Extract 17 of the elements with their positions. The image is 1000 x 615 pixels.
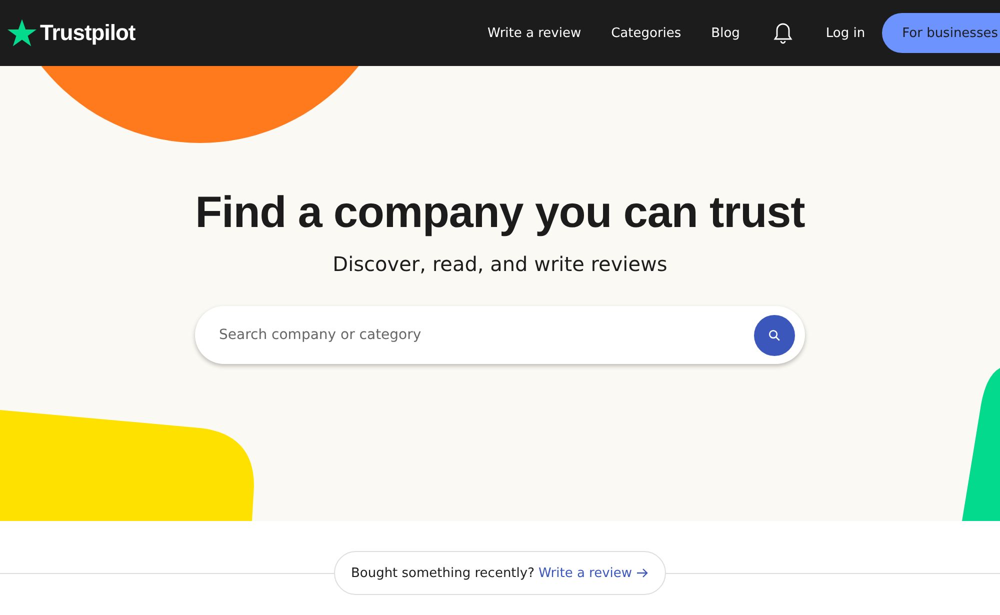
bell-icon[interactable] — [772, 22, 793, 44]
star-icon — [7, 18, 37, 48]
arrow-icon — [637, 568, 650, 578]
write-review-link[interactable]: Write a review — [538, 566, 650, 580]
nav-link[interactable]: Log in — [826, 26, 866, 40]
search-bar[interactable]: Search company or category — [195, 306, 805, 364]
search-icon — [768, 328, 781, 342]
nav-link[interactable]: Categories — [611, 26, 682, 40]
hero-subtitle: Discover, read, and write reviews — [332, 252, 668, 276]
hero-title: Find a company you can trust — [195, 188, 805, 238]
search-field[interactable]: Search company or category — [217, 326, 754, 344]
search-button[interactable] — [754, 314, 795, 356]
nav-link[interactable]: Write a review — [488, 26, 582, 40]
logo[interactable]: Trustpilot — [7, 18, 136, 48]
for-businesses-button[interactable]: For businesses — [882, 13, 1000, 53]
nav-link[interactable]: Blog — [711, 26, 740, 40]
prompt-text: Bought something recently? — [350, 566, 534, 580]
